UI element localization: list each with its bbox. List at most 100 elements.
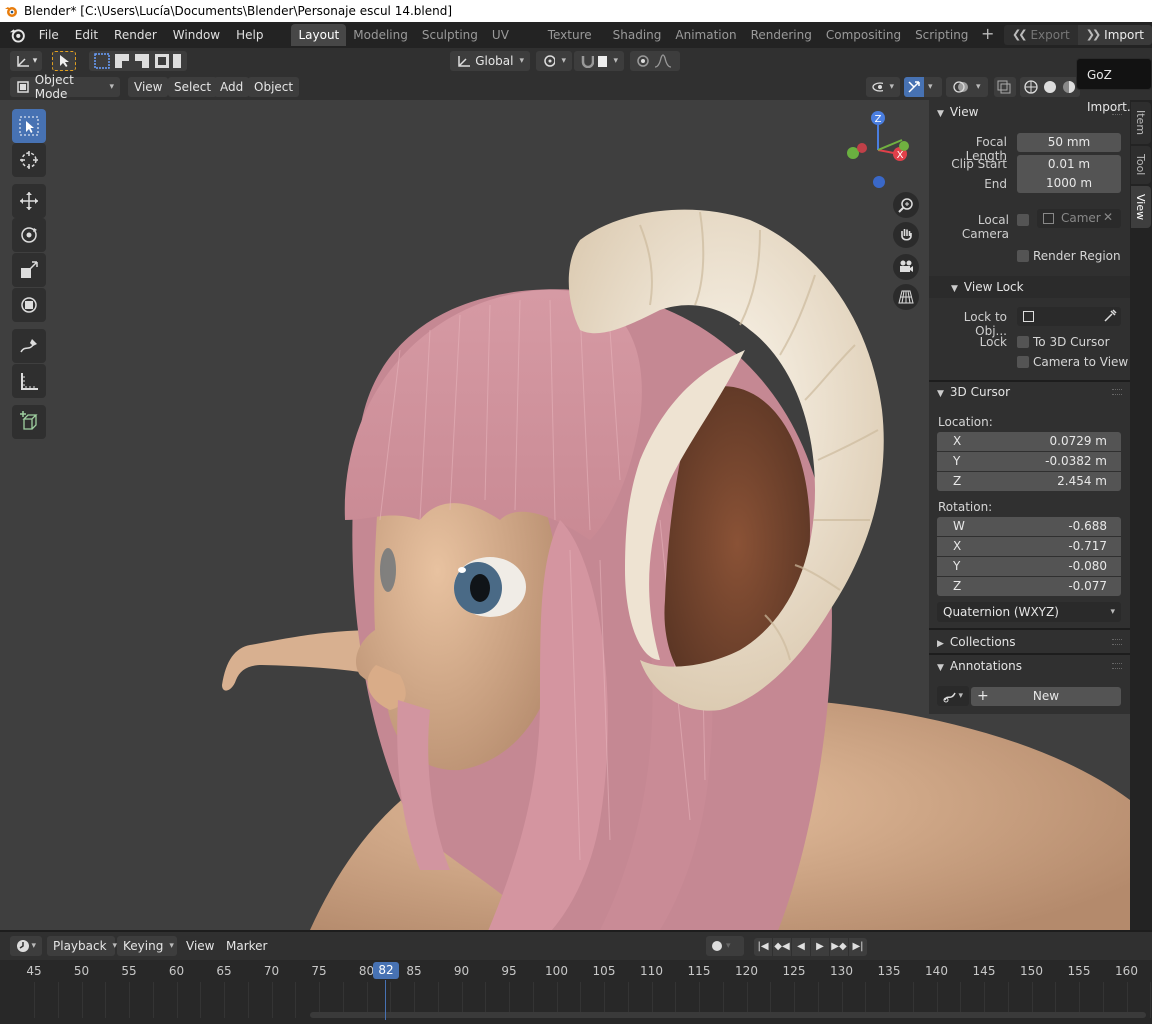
tab-texture-paint[interactable]: Texture Paint — [541, 24, 606, 64]
grip-icon[interactable] — [1112, 663, 1122, 669]
navigation-gizmo[interactable]: Z X — [838, 108, 918, 188]
overlays-dropdown[interactable]: ▾ — [946, 77, 988, 97]
rotate-tool[interactable] — [12, 218, 46, 252]
location-y-field[interactable]: Y -0.0382 m — [937, 452, 1121, 471]
new-annotation-button[interactable]: + New — [971, 687, 1121, 706]
record-toggle[interactable]: ▾ — [706, 936, 744, 956]
tab-uv-editing[interactable]: UV Editing — [485, 24, 541, 64]
gizmo-toggle-group[interactable]: ▾ — [904, 77, 942, 97]
render-region-checkbox[interactable] — [1017, 250, 1029, 262]
frame-label: 80 — [358, 964, 375, 978]
visibility-dropdown[interactable]: ▾ — [866, 77, 900, 97]
keying-dropdown[interactable]: Keying ▾ — [117, 936, 177, 956]
timeline[interactable]: 45 50 55 60 65 70 75 80 85 90 95 100 105 110 115 120 125… — [0, 960, 1152, 1024]
menu-file[interactable]: File — [31, 24, 67, 46]
prev-keyframe-button[interactable]: ◆◀ — [773, 938, 791, 956]
add-workspace-button[interactable]: + — [977, 24, 998, 46]
location-z-field[interactable]: Z 2.454 m — [937, 472, 1121, 491]
rotation-y-field[interactable]: Y -0.080 — [937, 557, 1121, 576]
select-tool-button[interactable] — [52, 51, 76, 71]
scale-tool[interactable] — [12, 253, 46, 287]
render-region-label: Render Region — [1033, 249, 1121, 263]
timeline-menu-marker[interactable]: Marker — [220, 936, 273, 956]
location-x-field[interactable]: X 0.0729 m — [937, 432, 1121, 451]
proportional-edit-dropdown[interactable] — [630, 51, 680, 71]
tab-shading[interactable]: Shading — [606, 24, 669, 46]
blender-menu-icon[interactable] — [8, 25, 27, 45]
current-frame-indicator[interactable]: 82 — [373, 962, 399, 979]
tab-modeling[interactable]: Modeling — [346, 24, 415, 46]
tab-view[interactable]: View — [1131, 186, 1151, 228]
local-camera-checkbox[interactable] — [1017, 214, 1029, 226]
camera-to-view-checkbox[interactable] — [1017, 356, 1029, 368]
rotation-w-field[interactable]: W -0.688 — [937, 517, 1121, 536]
playback-dropdown[interactable]: Playback ▾ — [47, 936, 117, 956]
vp-menu-view[interactable]: View — [128, 77, 169, 97]
vp-menu-object[interactable]: Object — [248, 77, 300, 97]
jump-end-button[interactable]: ▶| — [849, 938, 867, 956]
editor-type-button[interactable]: ▾ — [10, 51, 42, 71]
transform-orientation-dropdown[interactable]: Global ▾ — [450, 51, 530, 71]
view-lock-header[interactable]: ▼ View Lock — [929, 276, 1130, 298]
add-cube-tool[interactable] — [12, 405, 46, 439]
timeline-editor-type[interactable]: ▾ — [10, 936, 42, 956]
timeline-menu-view[interactable]: View — [180, 936, 220, 956]
jump-start-button[interactable]: |◀ — [754, 938, 772, 956]
clip-end-field[interactable]: 1000 m — [1017, 174, 1121, 193]
grip-icon[interactable] — [1112, 639, 1122, 645]
play-reverse-button[interactable]: ◀ — [792, 938, 810, 956]
tab-item[interactable]: Item — [1131, 102, 1151, 144]
focal-length-field[interactable]: 50 mm — [1017, 133, 1121, 152]
cursor-tool[interactable] — [12, 143, 46, 177]
tab-sculpting[interactable]: Sculpting — [415, 24, 485, 46]
vp-menu-select[interactable]: Select — [168, 77, 218, 97]
annotation-data-dropdown[interactable]: ▾ — [937, 686, 969, 706]
vp-menu-add[interactable]: Add — [214, 77, 250, 97]
pivot-point-dropdown[interactable]: ▾ — [536, 51, 572, 71]
chevron-down-icon: ▾ — [1110, 607, 1115, 617]
tab-rendering[interactable]: Rendering — [744, 24, 819, 46]
menu-help[interactable]: Help — [228, 24, 271, 46]
3d-cursor-header[interactable]: ▼ 3D Cursor — [929, 381, 1130, 403]
transform-tool[interactable] — [12, 288, 46, 322]
import-button[interactable]: ❯❯ Import — [1077, 25, 1152, 45]
to-3d-cursor-checkbox[interactable] — [1017, 336, 1029, 348]
timeline-scrollbar[interactable] — [310, 1012, 1146, 1018]
rotation-x-field[interactable]: X -0.717 — [937, 537, 1121, 556]
camera-view-button[interactable] — [893, 254, 919, 280]
zoom-button[interactable] — [893, 192, 919, 218]
menu-window[interactable]: Window — [165, 24, 228, 46]
menu-render[interactable]: Render — [106, 24, 165, 46]
snap-dropdown[interactable]: ▾ — [574, 51, 624, 71]
perspective-toggle-button[interactable] — [893, 284, 919, 310]
export-button[interactable]: ❮❮ Export — [1004, 25, 1078, 45]
tab-compositing[interactable]: Compositing — [819, 24, 908, 46]
annotate-tool[interactable] — [12, 329, 46, 363]
xray-toggle[interactable] — [994, 77, 1016, 97]
tab-animation[interactable]: Animation — [668, 24, 743, 46]
clear-icon[interactable]: ✕ — [1103, 210, 1113, 224]
rotation-mode-dropdown[interactable]: Quaternion (WXYZ) ▾ — [937, 602, 1121, 622]
shading-mode-group[interactable] — [1020, 77, 1080, 97]
select-box-tool[interactable] — [12, 109, 46, 143]
gizmo-icon — [904, 77, 924, 97]
selection-mode-group[interactable] — [89, 51, 187, 71]
tab-scripting[interactable]: Scripting — [908, 24, 975, 46]
tab-layout[interactable]: Layout — [291, 24, 347, 46]
next-keyframe-button[interactable]: ▶◆ — [830, 938, 848, 956]
pan-button[interactable] — [893, 222, 919, 248]
tab-tool[interactable]: Tool — [1131, 146, 1151, 184]
annotations-header[interactable]: ▼ Annotations — [929, 655, 1130, 677]
grip-icon[interactable] — [1112, 389, 1122, 395]
clip-start-field[interactable]: 0.01 m — [1017, 155, 1121, 174]
play-button[interactable]: ▶ — [811, 938, 829, 956]
measure-tool[interactable] — [12, 364, 46, 398]
eyedropper-icon[interactable] — [1103, 309, 1117, 323]
rotation-z-field[interactable]: Z -0.077 — [937, 577, 1121, 596]
menu-edit[interactable]: Edit — [67, 24, 106, 46]
mode-dropdown[interactable]: Object Mode ▾ — [10, 73, 120, 101]
collections-header[interactable]: ▶ Collections — [929, 631, 1130, 653]
move-tool[interactable] — [12, 184, 46, 218]
location-label: Location: — [938, 415, 993, 429]
playhead-line[interactable] — [385, 980, 386, 1020]
